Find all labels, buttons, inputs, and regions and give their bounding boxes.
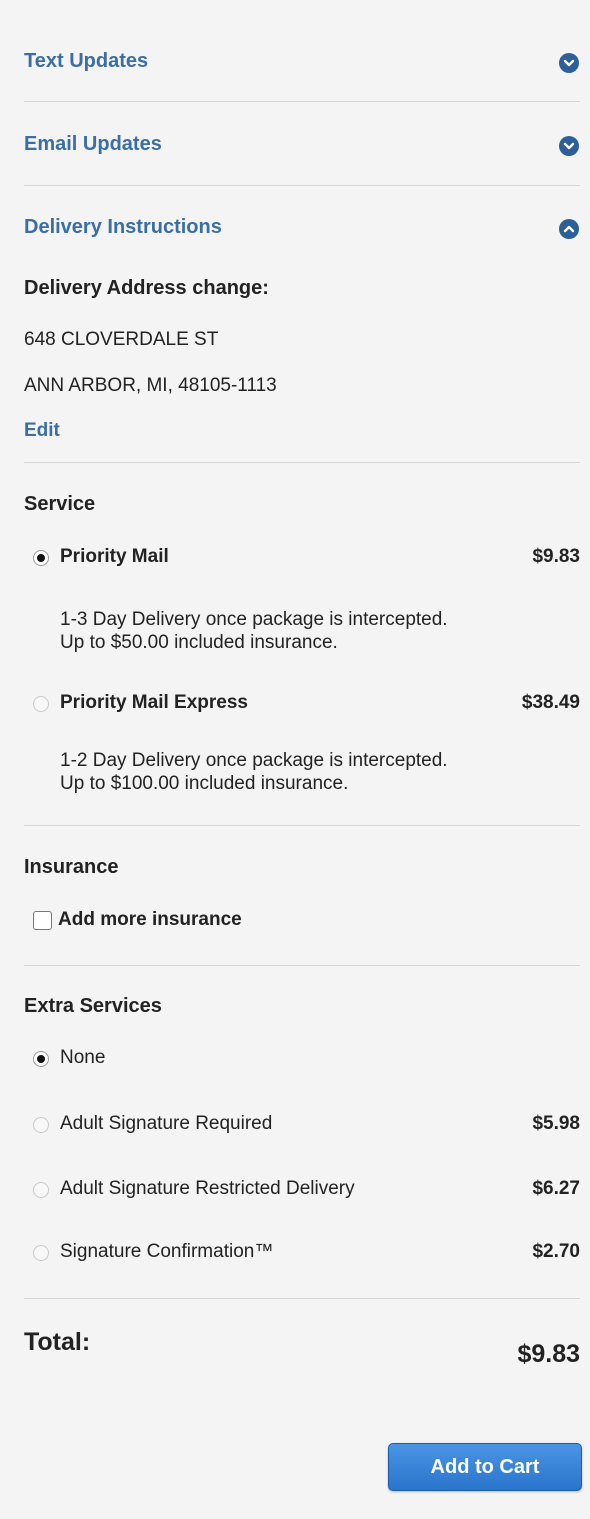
divider xyxy=(24,965,580,966)
extra-none-label[interactable]: None xyxy=(60,1047,105,1069)
address-line-1: 648 CLOVERDALE ST xyxy=(24,329,219,350)
priority-mail-desc-2: Up to $50.00 included insurance. xyxy=(60,632,338,653)
signature-confirmation-radio[interactable] xyxy=(33,1245,49,1261)
divider xyxy=(24,825,580,826)
total-value: $9.83 xyxy=(517,1340,580,1368)
signature-confirmation-price: $2.70 xyxy=(532,1241,580,1262)
adult-signature-price: $5.98 xyxy=(532,1113,580,1134)
priority-mail-label[interactable]: Priority Mail xyxy=(60,546,169,568)
delivery-instructions-toggle[interactable]: Delivery Instructions xyxy=(24,216,222,239)
priority-mail-express-radio[interactable] xyxy=(33,696,49,712)
extra-none-radio[interactable] xyxy=(33,1051,49,1067)
text-updates-toggle[interactable]: Text Updates xyxy=(24,50,148,73)
delivery-address-heading: Delivery Address change: xyxy=(24,277,269,299)
adult-signature-restricted-label[interactable]: Adult Signature Restricted Delivery xyxy=(60,1178,355,1200)
email-updates-toggle[interactable]: Email Updates xyxy=(24,133,162,156)
priority-mail-price: $9.83 xyxy=(532,546,580,567)
signature-confirmation-label[interactable]: Signature Confirmation™ xyxy=(60,1241,273,1263)
add-insurance-checkbox[interactable] xyxy=(33,911,52,930)
add-to-cart-button[interactable]: Add to Cart xyxy=(388,1443,582,1491)
priority-mail-express-price: $38.49 xyxy=(521,692,580,713)
insurance-heading: Insurance xyxy=(24,856,119,878)
priority-mail-express-label[interactable]: Priority Mail Express xyxy=(60,692,248,714)
priority-mail-express-desc-1: 1-2 Day Delivery once package is interce… xyxy=(60,750,448,771)
divider xyxy=(24,462,580,463)
service-heading: Service xyxy=(24,493,96,515)
adult-signature-radio[interactable] xyxy=(33,1117,49,1133)
divider xyxy=(24,1298,580,1299)
priority-mail-radio[interactable] xyxy=(33,550,49,566)
divider xyxy=(24,101,580,102)
priority-mail-desc-1: 1-3 Day Delivery once package is interce… xyxy=(60,609,448,630)
priority-mail-express-desc-2: Up to $100.00 included insurance. xyxy=(60,773,349,794)
address-line-2: ANN ARBOR, MI, 48105-1113 xyxy=(24,375,277,396)
adult-signature-restricted-price: $6.27 xyxy=(532,1178,580,1199)
chevron-down-icon[interactable] xyxy=(559,136,579,156)
chevron-up-icon[interactable] xyxy=(559,219,579,239)
adult-signature-restricted-radio[interactable] xyxy=(33,1182,49,1198)
extra-services-heading: Extra Services xyxy=(24,995,162,1017)
divider xyxy=(24,185,580,186)
chevron-down-icon[interactable] xyxy=(559,53,579,73)
adult-signature-label[interactable]: Adult Signature Required xyxy=(60,1113,272,1135)
add-insurance-label[interactable]: Add more insurance xyxy=(58,909,242,931)
edit-address-link[interactable]: Edit xyxy=(24,420,60,442)
total-label: Total: xyxy=(24,1328,91,1356)
